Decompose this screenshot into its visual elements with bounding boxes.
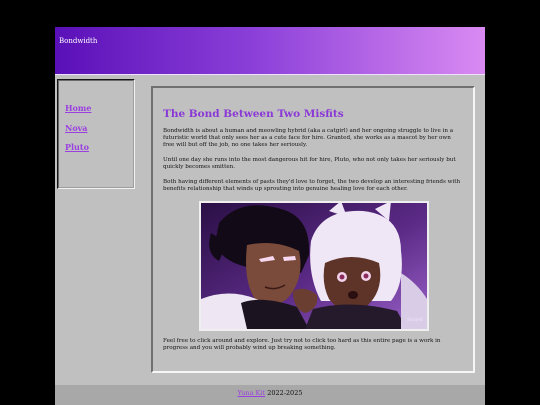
relationship-paragraph: Both having different elements of pasts … [163, 179, 461, 192]
site-title: Bondwidth [59, 37, 98, 45]
site-footer: Yuna Kit 2022-2025 [55, 385, 485, 405]
footer-author-link[interactable]: Yuna Kit [238, 389, 266, 397]
character-artwork: Sorrel [199, 201, 429, 331]
page-container: Bondwidth Home Nova Pluto The Bond Betwe… [55, 27, 485, 405]
artwork-signature: Sorrel [407, 317, 423, 323]
footer-years: 2022-2025 [267, 389, 303, 397]
page-heading: The Bond Between Two Misfits [163, 108, 344, 120]
nav-link-pluto[interactable]: Pluto [65, 142, 89, 152]
sidebar-nav: Home Nova Pluto [57, 79, 135, 189]
intro-paragraph: Bondwidth is about a human and meowling … [163, 128, 454, 148]
closing-paragraph: Feel free to click around and explore. J… [163, 338, 441, 351]
nav-link-home[interactable]: Home [65, 103, 91, 113]
main-content-panel: The Bond Between Two Misfits Bondwidth i… [151, 86, 475, 373]
footer-text: Yuna Kit 2022-2025 [55, 389, 485, 397]
nav-link-nova[interactable]: Nova [65, 123, 87, 133]
story-paragraph: Until one day she runs into the most dan… [163, 157, 456, 170]
site-header: Bondwidth [55, 27, 485, 75]
